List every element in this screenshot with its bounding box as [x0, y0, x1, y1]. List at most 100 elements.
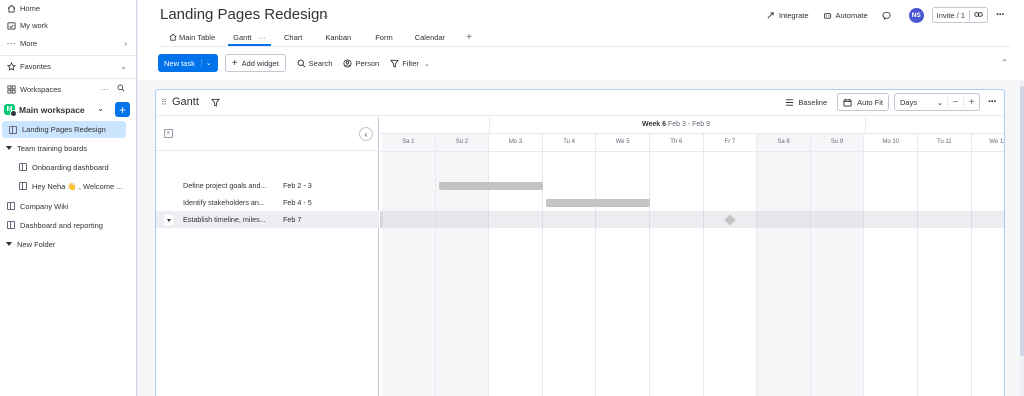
sidebar-item-label: Company Wiki — [20, 201, 69, 211]
task-row[interactable]: Define project goals and... Feb 2 - 3 — [156, 177, 379, 194]
home-icon — [6, 3, 16, 13]
sidebar-item-dashboard-and-reporting[interactable]: Dashboard and reporting — [0, 217, 137, 233]
scroll-hint — [380, 211, 383, 228]
sidebar-item-label: New Folder — [17, 239, 56, 249]
sidebar-item-my-work[interactable]: My work — [0, 17, 137, 33]
baseline-button[interactable]: Baseline — [779, 93, 833, 111]
drag-handle-icon[interactable]: ⠿ — [161, 98, 167, 107]
invite-button[interactable]: Invite / 1 — [931, 7, 988, 23]
zoom-in-button[interactable]: + — [963, 96, 979, 108]
integrate-icon — [767, 11, 774, 19]
chevron-down-icon[interactable]: ⌄ — [200, 59, 212, 67]
tab-form[interactable]: Form — [365, 28, 403, 46]
updates-button[interactable] — [882, 11, 895, 20]
search-icon[interactable] — [117, 84, 125, 94]
tab-gantt[interactable]: Gantt ··· — [224, 28, 275, 46]
day-label: We 12 — [989, 139, 1005, 145]
collapse-pane-button[interactable]: ‹ — [359, 127, 373, 141]
zoom-out-button[interactable]: − — [947, 96, 963, 108]
tab-calendar[interactable]: Calendar — [403, 28, 457, 46]
chevron-down-icon: ⌄ — [120, 61, 127, 71]
search-button[interactable]: Search — [297, 59, 332, 68]
plus-icon: + — [231, 57, 238, 69]
tab-label: Chart — [283, 32, 303, 42]
task-row[interactable]: Identify stakeholders an... Feb 4 - 5 — [156, 194, 379, 211]
timescale-select[interactable]: Days ⌄ — [895, 98, 947, 107]
sidebar-item-welcome-doc[interactable]: Hey Neha 👋 , Welcome ... — [0, 178, 137, 194]
sidebar-item-company-wiki[interactable]: Company Wiki — [0, 198, 137, 214]
add-view-button[interactable]: + — [457, 28, 481, 46]
collapse-header-icon[interactable]: ⌃ — [1001, 58, 1008, 67]
sidebar: Home My work ··· More › Favorites ⌄ Work… — [0, 0, 137, 396]
sidebar-item-team-training-boards[interactable]: Team training boards — [0, 140, 137, 156]
more-dots-icon[interactable]: ··· — [996, 9, 1005, 21]
more-dots-icon: ··· — [6, 38, 16, 48]
board-icon — [8, 125, 18, 135]
chevron-down-icon[interactable]: ⌄ — [424, 59, 430, 68]
sidebar-item-new-folder[interactable]: New Folder — [0, 236, 137, 252]
day-column: Tu 11 — [918, 134, 972, 396]
person-filter-button[interactable]: Person — [343, 59, 379, 68]
more-dots-icon[interactable]: ··· — [101, 85, 109, 94]
new-task-button[interactable]: New task ⌄ — [158, 54, 218, 72]
sidebar-item-favorites[interactable]: Favorites ⌄ — [0, 58, 137, 74]
caret-down-icon — [6, 242, 12, 246]
integrate-button[interactable]: Integrate — [766, 11, 809, 20]
task-bar[interactable] — [438, 181, 543, 190]
sidebar-item-label: Onboarding dashboard — [32, 162, 109, 172]
vertical-scrollbar[interactable] — [1020, 80, 1024, 396]
sidebar-item-landing-pages-redesign[interactable]: Landing Pages Redesign — [2, 121, 126, 138]
sidebar-item-more[interactable]: ··· More › — [0, 35, 137, 51]
tab-main-table[interactable]: Main Table — [160, 28, 224, 46]
doc-icon — [6, 201, 16, 211]
task-dates: Feb 4 - 5 — [283, 198, 312, 207]
gantt-widget: ⠿ Gantt Baseline Auto Fit Days ⌄ − + ···… — [155, 89, 1005, 396]
task-bar[interactable] — [545, 198, 650, 207]
tab-kanban[interactable]: Kanban — [311, 28, 365, 46]
task-name: Define project goals and... — [183, 181, 267, 190]
auto-fit-button[interactable]: Auto Fit — [837, 93, 889, 111]
tab-chart[interactable]: Chart — [275, 28, 311, 46]
workspace-selector[interactable]: M Main workspace ⌄ + — [4, 101, 130, 118]
collapse-all-icon[interactable]: ≡ — [164, 129, 173, 138]
integrate-label: Integrate — [778, 10, 809, 20]
task-row[interactable]: Establish timeline, miles... Feb 7 — [156, 211, 379, 228]
dashboard-icon — [6, 220, 16, 230]
automate-button[interactable]: Automate — [823, 11, 868, 20]
add-widget-button[interactable]: + Add widget — [224, 54, 286, 72]
expand-icon[interactable] — [164, 215, 174, 225]
calendar-icon — [843, 98, 852, 107]
link-icon[interactable] — [969, 9, 983, 21]
sidebar-item-label: Dashboard and reporting — [20, 220, 103, 230]
day-column: Sa 1 — [382, 134, 436, 396]
home-icon — [169, 33, 177, 41]
chevron-down-icon[interactable]: ⌄ — [322, 10, 330, 21]
calendar-check-icon — [6, 20, 16, 30]
add-button[interactable]: + — [115, 102, 130, 117]
sidebar-item-workspaces[interactable]: Workspaces ··· — [0, 81, 137, 97]
day-label: Fr 7 — [724, 139, 736, 145]
more-dots-icon[interactable]: ··· — [988, 96, 1002, 108]
chevron-down-icon: ⌄ — [97, 104, 104, 113]
scrollbar-thumb[interactable] — [1020, 86, 1024, 356]
caret-down-icon — [6, 146, 12, 150]
person-label: Person — [355, 58, 380, 68]
more-dots-icon[interactable]: ··· — [258, 33, 266, 42]
page-title[interactable]: Landing Pages Redesign — [160, 6, 328, 23]
filter-icon[interactable] — [210, 98, 221, 109]
avatar[interactable]: NS — [908, 7, 924, 23]
week-header: Week 6 Feb 3 - Feb 9 — [380, 117, 1004, 134]
baseline-label: Baseline — [798, 97, 828, 107]
auto-fit-label: Auto Fit — [857, 97, 883, 107]
sidebar-item-home[interactable]: Home — [0, 0, 137, 16]
sidebar-item-onboarding-dashboard[interactable]: Onboarding dashboard — [0, 159, 137, 175]
tab-label: Main Table — [179, 32, 216, 42]
chat-bubble-icon — [882, 11, 891, 20]
filter-button[interactable]: Filter ⌄ — [390, 59, 430, 68]
gantt-title[interactable]: Gantt — [172, 96, 199, 108]
tab-label: Gantt — [233, 32, 252, 42]
workspace-logo: M — [4, 104, 17, 117]
day-column: Mo 3 — [489, 134, 543, 396]
day-column: Fr 7 — [704, 134, 758, 396]
tab-label: Calendar — [414, 32, 446, 42]
